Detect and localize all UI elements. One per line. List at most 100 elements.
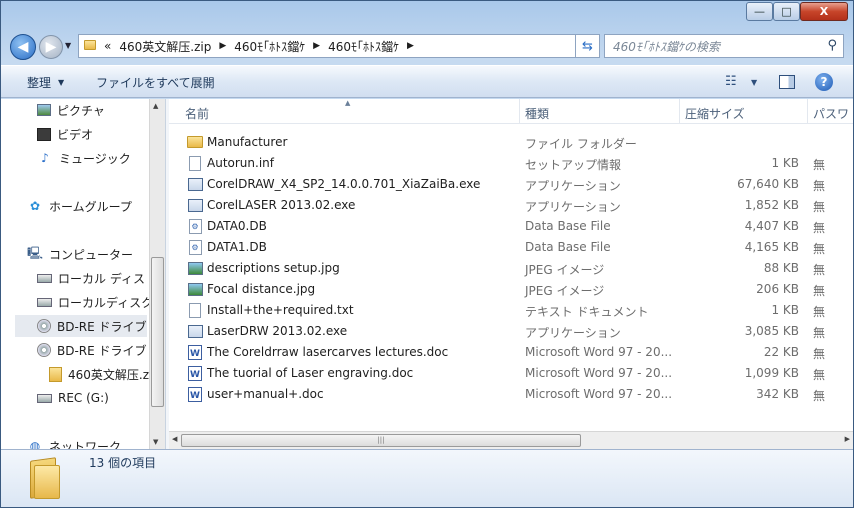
folder-large-icon [30, 457, 62, 499]
image-file-icon [187, 260, 203, 276]
folder-icon [187, 134, 203, 150]
file-size: 1,099 KB [744, 366, 799, 380]
organize-dropdown-icon[interactable]: ▼ [58, 78, 64, 87]
breadcrumb-item[interactable]: 460ﾓ｢ﾎﾄｽ鐺ｹ [328, 38, 399, 55]
nav-item-local-disk-2[interactable]: ローカルディスク [37, 291, 153, 313]
file-name: DATA0.DB [207, 219, 267, 233]
nav-item-label: BD-RE ドライブ [57, 319, 147, 334]
nav-item-label: BD-RE ドライブ [57, 343, 147, 358]
file-row[interactable]: Wuser+manual+.doc Microsoft Word 97 - 20.… [169, 384, 853, 405]
search-input[interactable]: 460ﾓ｢ﾎﾄｽ鐺ｹの検索 ⚲ [604, 34, 844, 58]
extract-all-button[interactable]: ファイルをすべて展開 [96, 74, 215, 91]
organize-button[interactable]: 整理 [27, 74, 51, 91]
file-type: JPEG イメージ [525, 284, 605, 298]
breadcrumb-item[interactable]: 460英文解压.zip [119, 38, 211, 55]
file-row[interactable]: Manufacturer ファイル フォルダー [169, 132, 853, 153]
address-bar[interactable]: « 460英文解压.zip ▶ 460ﾓ｢ﾎﾄｽ鐺ｹ ▶ 460ﾓ｢ﾎﾄｽ鐺ｹ … [78, 34, 645, 58]
nav-scrollbar[interactable]: ▲ ▼ [149, 99, 165, 449]
file-row[interactable]: W The tuorial of Laser engraving.doc Micro… [169, 363, 853, 384]
column-type[interactable]: 種類 [525, 105, 549, 122]
file-password: 無 [813, 200, 826, 214]
file-type: Data Base File [525, 240, 611, 254]
breadcrumb-separator-icon[interactable]: ▶ [407, 41, 414, 51]
preview-pane-icon[interactable] [779, 75, 795, 89]
nav-item-computer[interactable]: 🖳 コンピューター [27, 243, 133, 265]
nav-item-music[interactable]: ♪ ミュージック [37, 147, 131, 169]
file-name: user+manual+.doc [207, 387, 324, 401]
file-row[interactable]: CorelDRAW_X4_SP2_14.0.0.701_XiaZaiBa.exe… [169, 174, 853, 195]
scroll-up-icon[interactable]: ▲ [153, 102, 158, 110]
column-password[interactable]: パスワ [813, 105, 849, 122]
nav-item-network[interactable]: ◍ ネットワーク [27, 435, 121, 449]
file-row[interactable]: ⚙ DATA0.DB Data Base File 4,407 KB 無 [169, 216, 853, 237]
file-type: Microsoft Word 97 - 20... [525, 366, 673, 380]
application-icon [187, 176, 203, 192]
file-name: Focal distance.jpg [207, 282, 316, 296]
column-header: ▲ 名前 種類 圧縮サイズ パスワ [169, 99, 853, 124]
file-type: アプリケーション [525, 179, 621, 193]
local-disk-icon [37, 297, 52, 307]
file-password: 無 [813, 242, 826, 256]
nav-item-label: ピクチャ [57, 103, 105, 118]
view-dropdown-icon[interactable]: ▼ [751, 78, 757, 87]
database-file-icon: ⚙ [187, 239, 203, 255]
file-row[interactable]: Autorun.inf セットアップ情報 1 KB 無 [169, 153, 853, 174]
refresh-button[interactable]: ⇆ [576, 34, 600, 58]
nav-item-pictures[interactable]: ピクチャ [37, 99, 105, 121]
scroll-down-icon[interactable]: ▼ [153, 438, 158, 446]
file-row[interactable]: W The Coreldrraw lasercarves lectures.doc… [169, 342, 853, 363]
breadcrumb-item[interactable]: 460ﾓ｢ﾎﾄｽ鐺ｹ [234, 38, 305, 55]
network-icon: ◍ [29, 439, 41, 449]
file-row[interactable]: descriptions setup.jpg JPEG イメージ 88 KB 無 [169, 258, 853, 279]
file-name: Manufacturer [207, 135, 288, 149]
videos-icon [37, 127, 51, 141]
scroll-left-icon[interactable]: ◀ [172, 435, 177, 443]
file-name: Install+the+required.txt [207, 303, 354, 317]
file-type: Data Base File [525, 219, 611, 233]
back-button[interactable]: ◀ [10, 34, 36, 60]
file-row[interactable]: LaserDRW 2013.02.exe アプリケーション 3,085 KB 無 [169, 321, 853, 342]
nav-item-homegroup[interactable]: ✿ ホームグループ [27, 195, 132, 217]
column-name[interactable]: 名前 [185, 105, 209, 122]
file-type: Microsoft Word 97 - 20... [525, 387, 673, 401]
forward-button[interactable]: ▶ [39, 35, 63, 59]
nav-scroll-thumb[interactable] [151, 257, 164, 407]
file-row[interactable]: Install+the+required.txt テキスト ドキュメント 1 KB 無 [169, 300, 853, 321]
file-size: 206 KB [756, 282, 799, 296]
column-compressed-size[interactable]: 圧縮サイズ [685, 105, 745, 122]
breadcrumb-overflow[interactable]: « [104, 39, 111, 53]
file-row[interactable]: Focal distance.jpg JPEG イメージ 206 KB 無 [169, 279, 853, 300]
breadcrumb-separator-icon[interactable]: ▶ [313, 41, 320, 51]
file-name: Autorun.inf [207, 156, 274, 170]
nav-item-rec-drive[interactable]: REC (G:) [37, 387, 109, 409]
close-button[interactable]: X [800, 2, 848, 21]
help-icon[interactable]: ? [815, 73, 833, 91]
file-type: JPEG イメージ [525, 263, 605, 277]
horizontal-scrollbar[interactable]: ◀ ||| ▶ [169, 431, 853, 449]
application-icon [187, 197, 203, 213]
change-view-icon[interactable]: ☷ [725, 74, 737, 89]
file-password: 無 [813, 326, 826, 340]
recent-pages-dropdown[interactable]: ▼ [65, 41, 71, 50]
file-password: 無 [813, 179, 826, 193]
nav-item-label: ネットワーク [49, 439, 122, 450]
nav-item-videos[interactable]: ビデオ [37, 123, 93, 145]
word-document-icon: W [187, 386, 203, 402]
nav-item-bd-drive-2[interactable]: BD-RE ドライブ [37, 339, 147, 361]
nav-item-label: REC (G:) [58, 391, 109, 405]
maximize-button[interactable]: □ [773, 2, 800, 21]
file-size: 67,640 KB [737, 177, 799, 191]
file-row[interactable]: CorelLASER 2013.02.exe アプリケーション 1,852 KB 無 [169, 195, 853, 216]
horizontal-scroll-thumb[interactable]: ||| [181, 434, 581, 447]
item-count: 13 個の項目 [89, 456, 157, 470]
nav-item-bd-drive[interactable]: BD-RE ドライブ [15, 315, 147, 337]
file-password: 無 [813, 347, 826, 361]
minimize-button[interactable]: — [746, 2, 773, 21]
nav-item-zip-folder[interactable]: 460英文解压.z [49, 363, 149, 385]
scroll-right-icon[interactable]: ▶ [845, 435, 850, 443]
search-icon: ⚲ [827, 38, 837, 53]
nav-item-local-disk[interactable]: ローカル ディス [37, 267, 145, 289]
music-icon: ♪ [41, 151, 49, 165]
breadcrumb-separator-icon[interactable]: ▶ [219, 41, 226, 51]
file-row[interactable]: ⚙ DATA1.DB Data Base File 4,165 KB 無 [169, 237, 853, 258]
